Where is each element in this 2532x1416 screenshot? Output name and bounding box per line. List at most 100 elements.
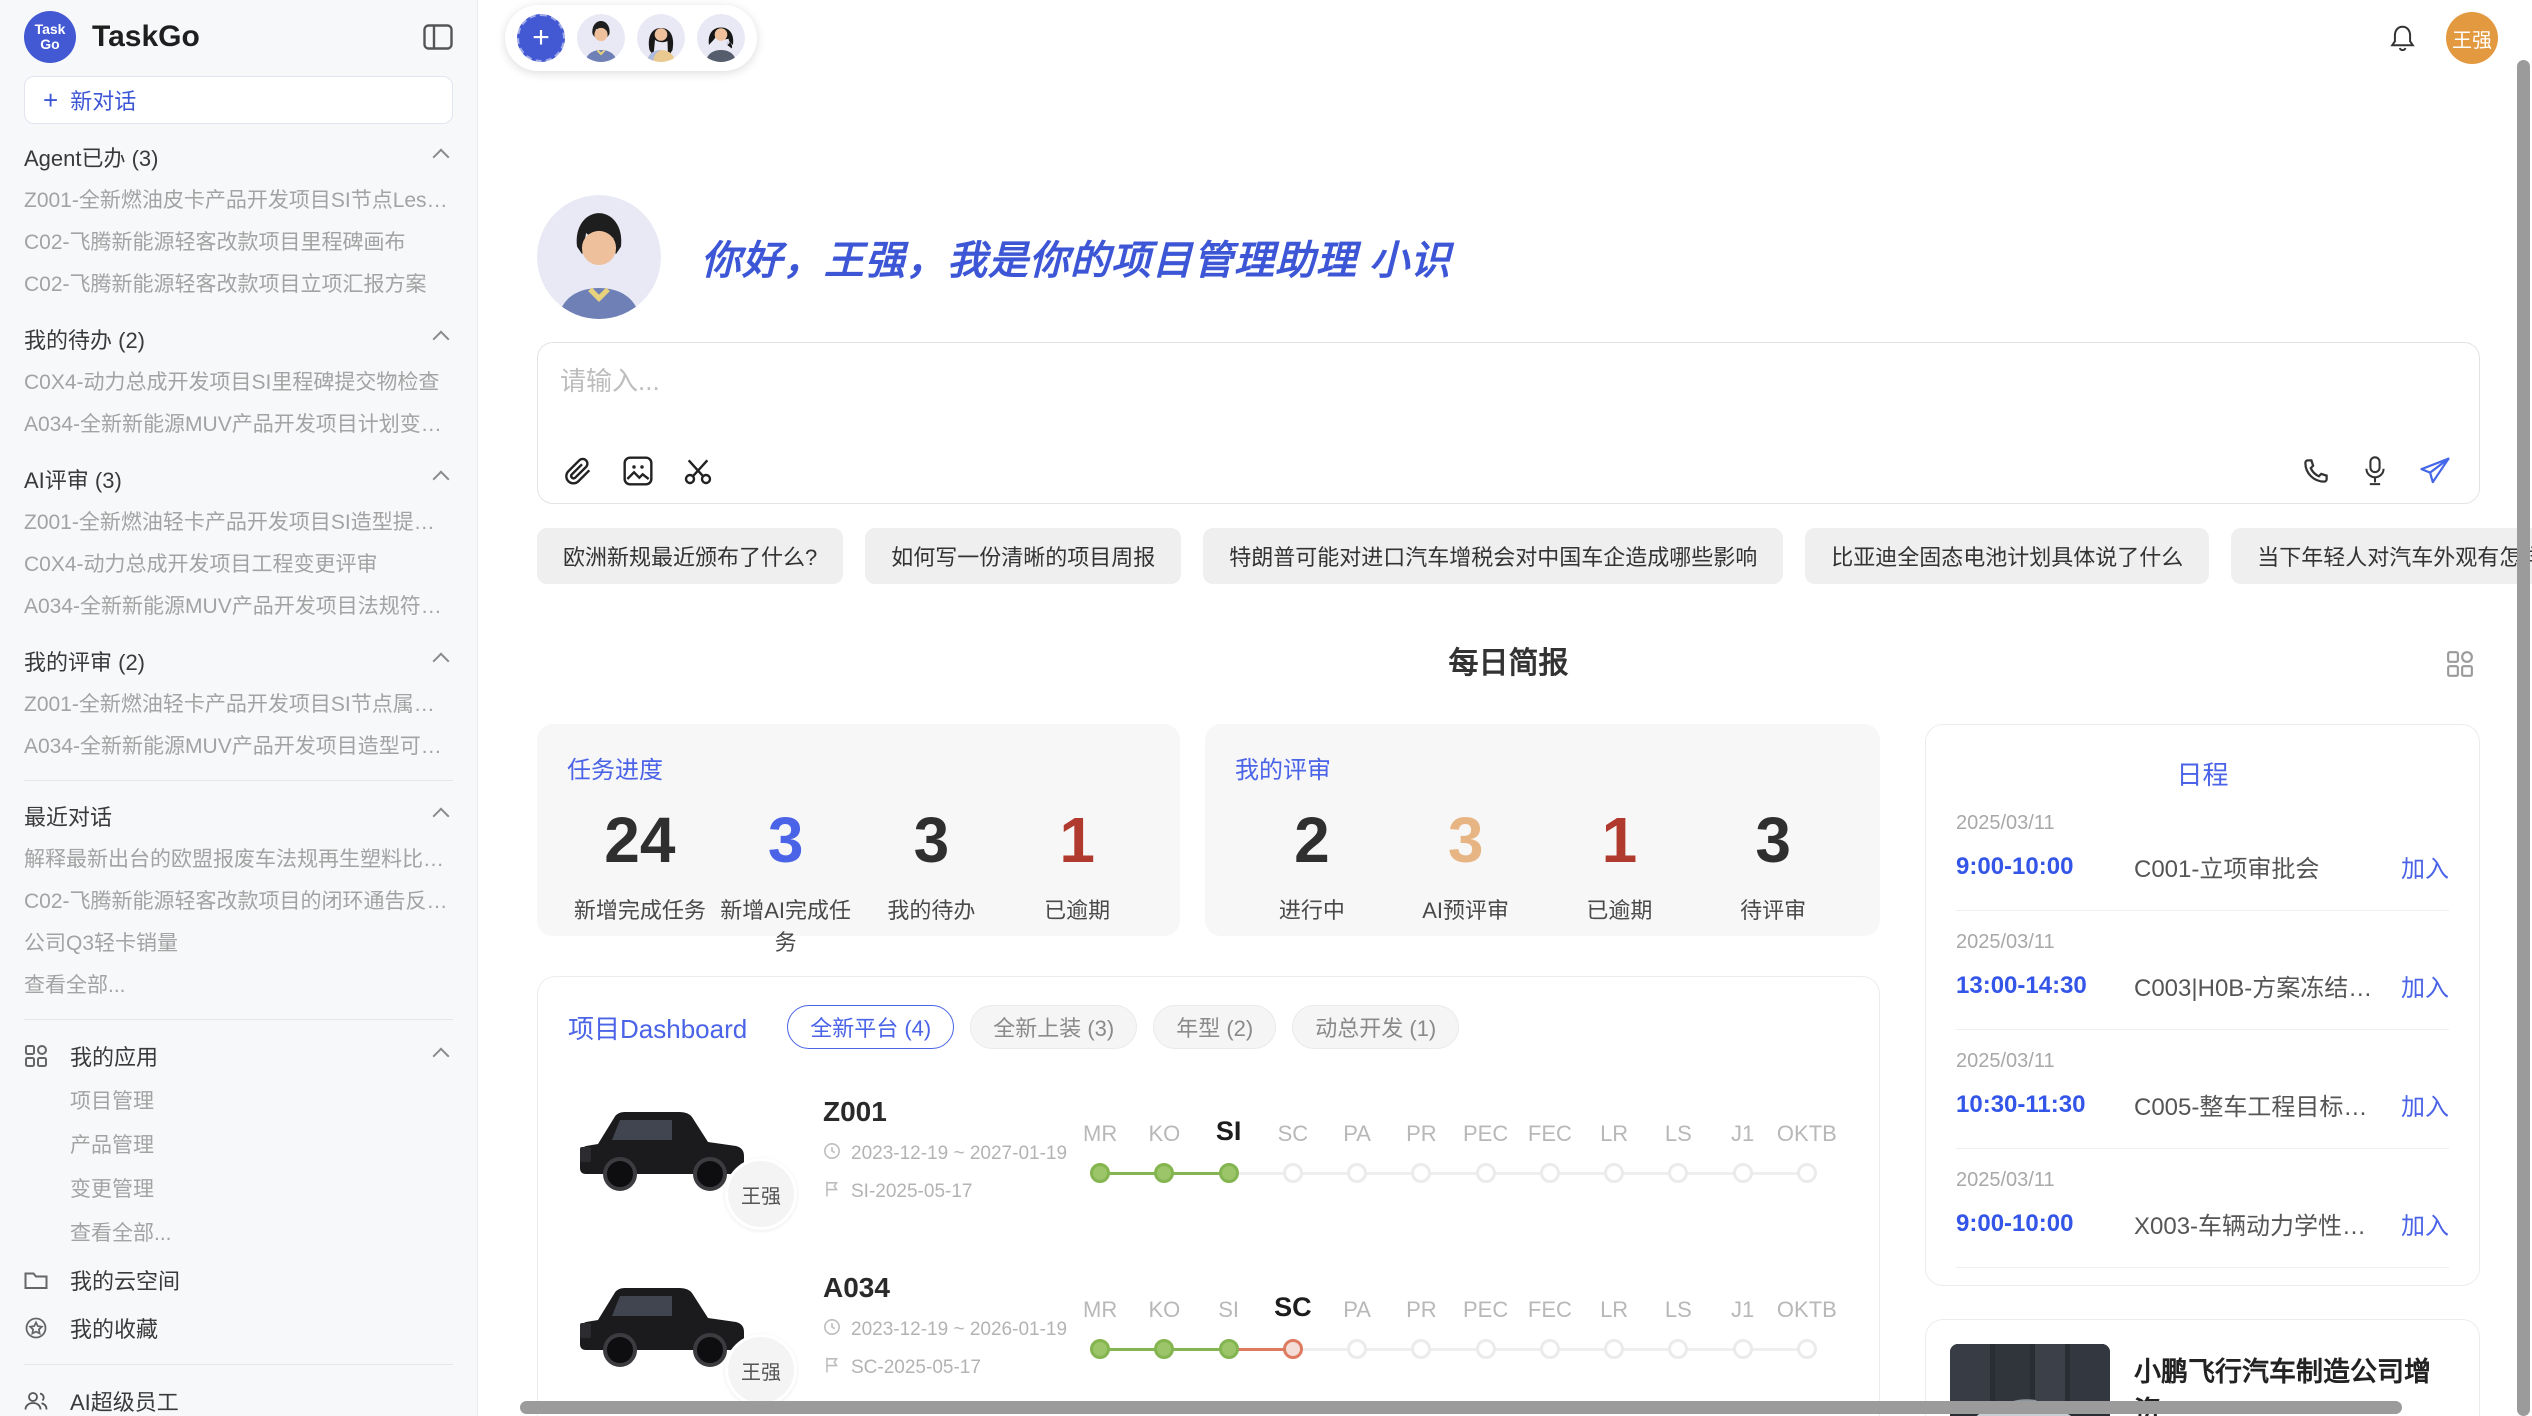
horizontal-scrollbar[interactable] bbox=[520, 1401, 2402, 1414]
chat-input[interactable] bbox=[560, 361, 2279, 421]
milestone-label: J1 bbox=[1711, 1121, 1775, 1147]
sidebar-item-favorites[interactable]: 我的收藏 bbox=[24, 1304, 453, 1352]
suggestion-chip[interactable]: 当下年轻人对汽车外观有怎样的喜好趋势 bbox=[2231, 528, 2532, 584]
app-submenu-item[interactable]: 项目管理 bbox=[24, 1080, 453, 1124]
sidebar-list-item[interactable]: 公司Q3轻卡销量 bbox=[24, 923, 453, 965]
schedule-date: 2025/03/11 bbox=[1956, 931, 2449, 954]
dashboard-tab[interactable]: 年型 (2) bbox=[1153, 1005, 1276, 1049]
suggestion-chip[interactable]: 比亚迪全固态电池计划具体说了什么 bbox=[1805, 528, 2209, 584]
sidebar-list-item[interactable]: A034-全新新能源MUV产品开发项目计划变更表编写 bbox=[24, 404, 453, 446]
milestone-cell bbox=[1389, 1333, 1453, 1365]
vertical-scrollbar[interactable] bbox=[2517, 60, 2530, 1416]
collapse-sidebar-icon[interactable] bbox=[423, 24, 453, 50]
briefing-cards: 任务进度24新增完成任务3新增AI完成任务3我的待办1已逾期我的评审2进行中3A… bbox=[537, 724, 1880, 936]
sidebar-list-item[interactable]: Z001-全新燃油皮卡产品开发项目SI节点Lesson Learn报告 bbox=[24, 180, 453, 222]
project-dates-text: 2023-12-19 ~ 2027-01-19 bbox=[851, 1143, 1067, 1165]
plus-icon: + bbox=[43, 85, 58, 116]
conversation-avatar[interactable] bbox=[697, 14, 745, 62]
stat-value: 1 bbox=[1543, 803, 1697, 877]
milestone-dot bbox=[1668, 1163, 1688, 1183]
schedule-join-link[interactable]: 加入 bbox=[2401, 968, 2449, 1003]
chevron-up-icon[interactable] bbox=[433, 331, 450, 348]
dashboard-tab[interactable]: 全新上装 (3) bbox=[970, 1005, 1137, 1049]
send-icon[interactable] bbox=[2419, 456, 2451, 486]
sidebar-section: Agent已办 (3)Z001-全新燃油皮卡产品开发项目SI节点Lesson L… bbox=[24, 134, 453, 306]
suggestion-chip[interactable]: 如何写一份清晰的项目周报 bbox=[865, 528, 1181, 584]
sidebar-section-list: C0X4-动力总成开发项目SI里程碑提交物检查A034-全新新能源MUV产品开发… bbox=[24, 362, 453, 446]
chevron-up-icon[interactable] bbox=[433, 471, 450, 488]
sidebar-list-item[interactable]: A034-全新新能源MUV产品开发项目法规符合性评审 bbox=[24, 586, 453, 628]
chevron-up-icon[interactable] bbox=[433, 149, 450, 166]
sidebar-list-item[interactable]: Z001-全新燃油轻卡产品开发项目SI造型提交物评审 bbox=[24, 502, 453, 544]
sidebar-list-item[interactable]: C02-飞腾新能源轻客改款项目立项汇报方案 bbox=[24, 264, 453, 306]
dashboard-title: 项目Dashboard bbox=[568, 1009, 747, 1046]
sidebar-item-cloud-space[interactable]: 我的云空间 bbox=[24, 1256, 453, 1304]
schedule-join-link[interactable]: 加入 bbox=[2401, 1206, 2449, 1241]
schedule-join-link[interactable]: 加入 bbox=[2401, 849, 2449, 884]
project-owner-badge: 王强 bbox=[725, 1158, 797, 1230]
add-conversation-button[interactable]: + bbox=[517, 14, 565, 62]
dashboard-tab[interactable]: 动总开发 (1) bbox=[1292, 1005, 1459, 1049]
schedule-join-link[interactable]: 加入 bbox=[2401, 1087, 2449, 1122]
sidebar-section: 我的评审 (2) Z001-全新燃油轻卡产品开发项目SI节点属性5D文件评审A03… bbox=[24, 638, 453, 768]
app-submenu-item[interactable]: 查看全部... bbox=[24, 1212, 453, 1256]
sidebar-list-item[interactable]: C0X4-动力总成开发项目工程变更评审 bbox=[24, 544, 453, 586]
milestone-label: PA bbox=[1325, 1297, 1389, 1323]
sidebar-list-item[interactable]: Z001-全新燃油轻卡产品开发项目SI节点属性5D文件评审 bbox=[24, 684, 453, 726]
conversation-avatar[interactable] bbox=[577, 14, 625, 62]
dashboard-tab[interactable]: 全新平台 (4) bbox=[787, 1005, 954, 1049]
layout-grid-icon[interactable] bbox=[2446, 650, 2474, 683]
milestone-label: J1 bbox=[1711, 1297, 1775, 1323]
schedule-title: 日程 bbox=[1956, 755, 2449, 792]
milestone-dot bbox=[1347, 1339, 1367, 1359]
project-row[interactable]: 王强A0342023-12-19 ~ 2026-01-19SC-2025-05-… bbox=[568, 1251, 1849, 1401]
app-submenu-item[interactable]: 变更管理 bbox=[24, 1168, 453, 1212]
notifications-bell-icon[interactable] bbox=[2389, 24, 2416, 53]
milestone-dot bbox=[1540, 1163, 1560, 1183]
suggestion-chip[interactable]: 特朗普可能对进口汽车增税会对中国车企造成哪些影响 bbox=[1203, 528, 1783, 584]
stat-item: 3AI预评审 bbox=[1389, 803, 1543, 925]
chevron-up-icon[interactable] bbox=[433, 808, 450, 825]
milestone-cell bbox=[1775, 1333, 1839, 1365]
sidebar-list-item[interactable]: A034-全新新能源MUV产品开发项目造型可行性评审 bbox=[24, 726, 453, 768]
milestone-dot bbox=[1733, 1339, 1753, 1359]
microphone-icon[interactable] bbox=[2361, 455, 2389, 487]
sidebar-section-list: Z001-全新燃油轻卡产品开发项目SI节点属性5D文件评审A034-全新新能源M… bbox=[24, 684, 453, 768]
schedule-date: 2025/03/11 bbox=[1956, 1050, 2449, 1073]
assistant-avatar bbox=[537, 195, 661, 319]
sidebar-list-item[interactable]: C02-飞腾新能源轻客改款项目里程碑画布 bbox=[24, 222, 453, 264]
screenshot-scissors-icon[interactable] bbox=[682, 455, 714, 487]
greeting-section: 你好，王强，我是你的项目管理助理 小识 bbox=[537, 195, 2480, 319]
milestone-dot bbox=[1154, 1339, 1174, 1359]
voice-call-phone-icon[interactable] bbox=[2301, 456, 2331, 486]
milestone-label: LS bbox=[1646, 1297, 1710, 1323]
sidebar-list-item[interactable]: C0X4-动力总成开发项目SI里程碑提交物检查 bbox=[24, 362, 453, 404]
sidebar-item-my-apps[interactable]: 我的应用 bbox=[24, 1032, 453, 1080]
milestone-label: PR bbox=[1389, 1121, 1453, 1147]
clock-icon bbox=[823, 1142, 841, 1166]
flag-icon bbox=[823, 1180, 841, 1204]
milestone-labels: MRKOSISCPAPRPECFECLRLSJ1OKTB bbox=[1068, 1287, 1839, 1323]
sidebar-list-item[interactable]: C02-飞腾新能源轻客改款项目的闭环通告反馈情况 bbox=[24, 881, 453, 923]
suggestion-chip[interactable]: 欧洲新规最近颁布了什么? bbox=[537, 528, 843, 584]
sidebar-section-header: 我的评审 (2) bbox=[24, 638, 453, 684]
new-chat-button[interactable]: + 新对话 bbox=[24, 76, 453, 124]
sidebar-list-item[interactable]: 查看全部... bbox=[24, 965, 453, 1007]
project-row[interactable]: 王强Z0012023-12-19 ~ 2027-01-19SI-2025-05-… bbox=[568, 1075, 1849, 1225]
app-submenu-item[interactable]: 产品管理 bbox=[24, 1124, 453, 1168]
sidebar-section-title: 我的评审 (2) bbox=[24, 645, 145, 677]
chevron-up-icon[interactable] bbox=[433, 1048, 450, 1065]
divider bbox=[24, 780, 453, 781]
sidebar-item-ai-super-staff[interactable]: AI超级员工 bbox=[24, 1377, 453, 1416]
conversation-avatar[interactable] bbox=[637, 14, 685, 62]
attachment-paperclip-icon[interactable] bbox=[562, 455, 594, 487]
greeting-text: 你好，王强，我是你的项目管理助理 小识 bbox=[701, 228, 1451, 286]
image-upload-icon[interactable] bbox=[622, 455, 654, 487]
milestone-label: MR bbox=[1068, 1121, 1132, 1147]
user-avatar[interactable]: 王强 bbox=[2446, 12, 2498, 64]
milestone-cell bbox=[1775, 1157, 1839, 1189]
milestone-dot bbox=[1283, 1163, 1303, 1183]
chevron-up-icon[interactable] bbox=[433, 653, 450, 670]
milestone-label: SC bbox=[1261, 1121, 1325, 1147]
sidebar-list-item[interactable]: 解释最新出台的欧盟报废车法规再生塑料比例被调至15%... bbox=[24, 839, 453, 881]
